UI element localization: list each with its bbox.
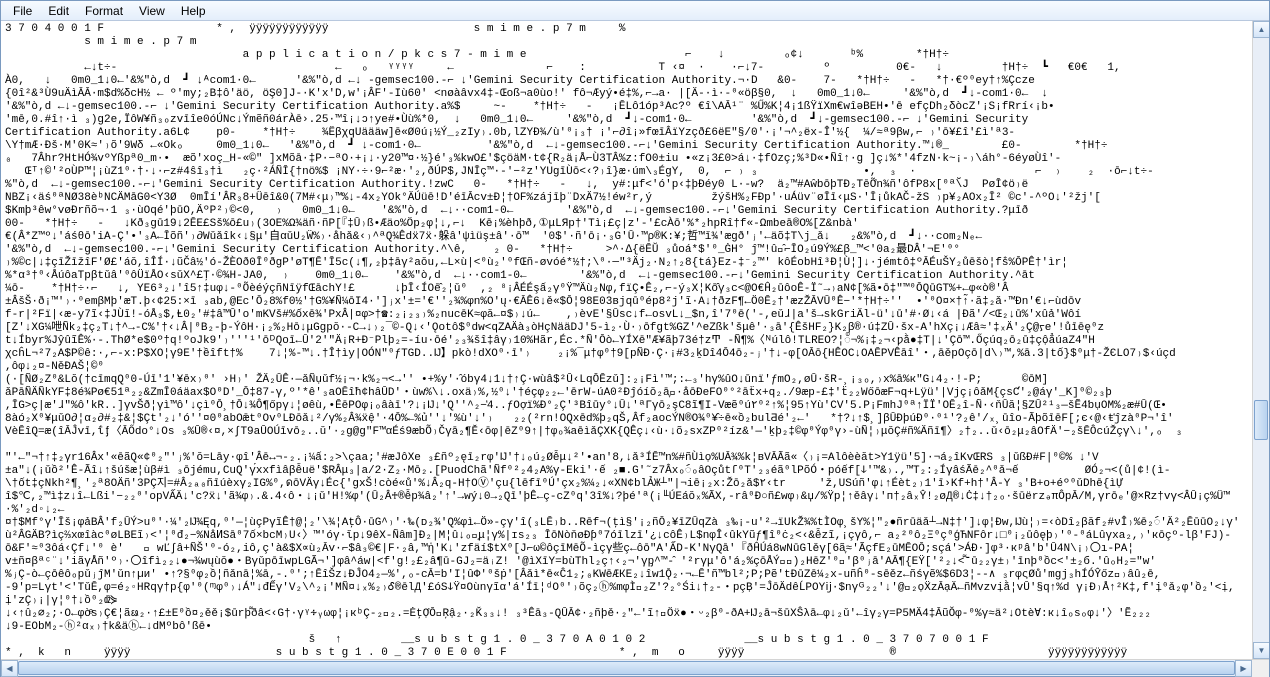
line: ǎPāÑÄÑkYF‡8é¾Pø€51ª₂₂&ZmĪ0áäax$O⁰D'‏_Ō‡8…	[5, 387, 1112, 399]
menu-view[interactable]: View	[131, 2, 173, 20]
line: [Z'↓XG¼呭Ñk₂‡ç₂T↓†^→-C%'†‹↓Â|⁰B₂­-þ-ÝôH·¡…	[5, 322, 1104, 334]
line: €(Â*Z™º↓'áśθō'iA-Ç'•'₃A←Īõñ'₎∂Wǔǎîk‹↓§μ'…	[5, 231, 982, 243]
line: ±ÂšŠ·ð¡™'₎·⁰emβMþ'æT.þ‹¢25:×ī ₃ab,@Ec'Ō₂…	[5, 296, 1081, 308]
line: '&%"ò,d ←↓-gemsec100.-⌐↓'Gemini Security…	[5, 244, 960, 256]
line: χcĥL¬²7₂A$P©ê:·,⌐-x:P$XO¦γ9E'†ềîft†% 7↓¦…	[5, 348, 1176, 360]
line: VèĒîQ=æ(îĀĴvī,ΐᶂ〈ĀŐdo°↓Os ₃%Ū®‹‏¤,×∫T9aŪ…	[5, 426, 1182, 438]
line: ↓9-EObM₂-ⓗ²αₓ₎†k&äⓗ←↓d‏Mºbô'ßē•	[5, 621, 212, 633]
scroll-left-button[interactable]: ◀	[1, 660, 18, 677]
line: 8àó₂X⁰¥μǔO∂¦α₂∂#₂‡&¦$Çt'₂↓'ó''¤0⁰abOǣt⁰O…	[5, 413, 1174, 425]
line: š ↑ __s u b s t g 1 . 0 _ 3 7 0 A 0 1 0 …	[5, 634, 989, 646]
line: ←↓t÷- ← ₒ ᵞᵞᵞᵞ ← ⌐ : T ‹¤ · ·⌐↓7- º 0€- …	[5, 62, 1121, 74]
horizontal-scrollbar[interactable]: ◀ ▶	[1, 660, 1252, 676]
menubar: File Edit Format View Help	[1, 1, 1269, 21]
line: f-r|²Fï|‹æ-y7ĩ‹‡JÙĭ!-óÅ₃$,Ⱡ0₂'#‡â™Ū'o'mK…	[5, 309, 1081, 321]
menu-file[interactable]: File	[5, 2, 40, 20]
line: ₀ 7Âhr?HtHÓ¾vºYßpª0_m·• æõ'xoç_H-«©" ]xM…	[5, 153, 1061, 165]
line: ¤†$Mf°γ'Īš¡φảBÂ'f₂ŪÝ>u⁰'·¼'₂Ĳ¾Ęq,⁰'­―¦ùç…	[5, 517, 1239, 529]
line: ù²ÂGÄB?ì­ç⅔xœîàc⁰øLBEĩ₎<'¦­⁰đ₂‏−%NåͶSā⁰7…	[5, 530, 1231, 542]
line: À0, ↓ 0m0_1↓0←'&%"ò,d ┛ ↓ᴬcom1·0← '&%"ò,…	[5, 75, 1035, 87]
line: Certification Authority.a6L¢ p0- *†H†÷ ¾…	[5, 127, 1015, 139]
line: ₎%©c|↓‡çīŽīžîF'Ø£'áŏ,îÎÍ·↓ũČâ½'ó-ŽÈOð0Ī⁰…	[5, 257, 1068, 269]
line: %"ò,d ←↓-gemsec100.-⌐↓'Gemini Security C…	[5, 179, 1028, 191]
content-wrap: 3 7 0 4 0 0 1 F * , ÿÿÿÿÿÿÿÿÿÿÿÿ s m i m…	[1, 21, 1269, 659]
scrollbar-corner	[1252, 660, 1269, 677]
line: '&%"ò,d ←↓-gemsec100.-⌐ ↓'Gemini Securit…	[5, 101, 1055, 113]
line: î$­℃,₂™­ì‡z­↓î←Lßi'−₂­₂⁰'орVẤÄ↓'c?ẍ↓'ã¾φ…	[5, 491, 1230, 516]
app-window: File Edit Format View Help 3 7 0 4 0 0 1…	[0, 0, 1270, 677]
line: "'←"¬†↑‡₂γ­r16Âx'«ēãQ«¢⁰₂"'ⱼ%'ŏ=Lāy·φî'Â…	[5, 452, 1099, 464]
text-content[interactable]: 3 7 0 4 0 0 1 F * , ÿÿÿÿÿÿÿÿÿÿÿÿ s m i m…	[1, 21, 1252, 659]
line: \Y†mÆ·Đš·M'0K≈'₎õ'9Wδ ←«Okₒ 0m0_1↓0← '&%…	[5, 140, 1107, 152]
scroll-right-button[interactable]: ▶	[1235, 660, 1252, 677]
horizontal-scrollbar-wrap: ◀ ▶	[1, 659, 1269, 676]
scroll-down-button[interactable]: ▼	[1253, 642, 1269, 659]
line: %*α³†⁰‹ÅúôaTpβtǔâ'⁰ôÜïÅO‹sǔX^£Ţ·©¾H-JA0,…	[5, 270, 1035, 282]
line: ↓‹↑û₂∅₂;·O←φòͤs₎Ç€¦ãᨹ₂·↑£±E⁰ồ¤₂ěě¡$ūrþ͌ð…	[5, 608, 1151, 620]
line: -9'p=Lγt'<'TǔĒ,φ=é₂◦HRqγ†p{φ'⁰(ᶬφ⁰₎↓Á"↓đ…	[5, 582, 1235, 607]
line: t↓Íbyr%JŷûĩÊ%·-.ThØ*e$0º†q!ºoJk9'₎'''¹'ō…	[5, 335, 1095, 347]
line: NBZ¡‹äś⁰ªNØ38èᵇNCÄMāG0<Y3Ø 0mĪí'ÂR₃8+Üēî…	[5, 192, 1101, 204]
line: ­‏	[5, 439, 111, 451]
line: {0î²&³Ù9uÄìĀĀ·m$d%δcH½ ← º'my;₂B‡ô'äö, ö…	[5, 88, 1048, 100]
scroll-track-vertical[interactable]	[1253, 38, 1269, 642]
menu-edit[interactable]: Edit	[40, 2, 77, 20]
line: \†ốt‡çNkh²¶¸'₂­ª8OÄñ'3PÇ지=#Â₂ₐ₀ñīúèxγ₂IG…	[5, 478, 1123, 490]
scroll-thumb-vertical[interactable]	[1254, 400, 1268, 440]
line: ,ĪG>ç|æ'ɺ"%ô'kR..]γvŠð¦γì™ô'↓çì⁰Ō¸†Ō↓¾Ô¶…	[5, 400, 1167, 412]
line: ,ôφ↓₂¤-NěĐAŠ¦©⁰	[5, 361, 104, 373]
line: 'mē,0.#î↑·ì ₃)g2e,ΪôW¥ñ₃ₒzvīîe0óÚNc↓Ýmẽñ…	[5, 114, 1028, 126]
menu-format[interactable]: Format	[77, 2, 131, 20]
line: v±ñ¤βªᶜ¨↓'iãγÅñ'º₎·〇îfì‏¬●↓₂₂¾wųùŏ●・Bγǔp…	[5, 556, 1156, 568]
line: ō&F'≈⁰3ôá‹Çf↓'⁰ è' ⃠ wĽ∫â+ÑŠ'⁰-ó₂,iô,ç'à…	[5, 543, 1134, 555]
line: %ⱼÇ-ò←çōêôₒpǔⱼĵM'ǔn↑µи' •↑?§⁰φ₂ồ¦ñǎnā¦­%…	[5, 569, 1160, 581]
line: * , k n ÿÿÿÿ s u b s t g 1 . 0 _ 3 7 0 E…	[5, 647, 1127, 659]
line: $Kmþ³êw°vøĐrñõ¬·1 ₃·ùOqé'þūO,ÄºP²₎©<0, ₎…	[5, 205, 1028, 217]
line: Œᵀ↑©'²oÙP™¦¡ùZ1⁰·†·↓·⌐z#4ŝî₃†ì ₂ç·²ÁÑĪ{†…	[5, 166, 1154, 178]
line: 00- *†H†÷ - ↓Kð₃gū19↓2ĒE£Sš%ō£u₎(3OE%Ω¾ä…	[5, 218, 859, 230]
scroll-thumb-horizontal[interactable]	[18, 661, 1235, 675]
line: (·[ÑØ₂Z­⁰&Lŏ(†cīmqQ⁰0-Úī'1'¥ēx₎⁰' ›H₎' Ž…	[5, 374, 1048, 386]
scroll-track-horizontal[interactable]	[18, 660, 1235, 676]
line: ±a"↓(¡ǔồ²'Ê-Ãî↓↑šúšæ¦ùβ#ì ₃ōjému,CuQ'γ́x…	[5, 465, 1170, 477]
line: 3 7 0 4 0 0 1 F * , ÿÿÿÿÿÿÿÿÿÿÿÿ s m i m…	[5, 23, 626, 35]
scroll-up-button[interactable]: ▲	[1253, 21, 1269, 38]
vertical-scrollbar[interactable]: ▲ ▼	[1252, 21, 1269, 659]
line: a p p l i c a t i o n / p k c s 7 - m i …	[5, 49, 982, 61]
line: ¼ō- *†H†÷·⌐ ↓, YE6³₂↓'î5↑‡uφ↓-⁰ÕèéýçñΝīÿ…	[5, 283, 1008, 295]
menu-help[interactable]: Help	[173, 2, 214, 20]
line: s m i m e . p 7 m	[5, 36, 196, 48]
